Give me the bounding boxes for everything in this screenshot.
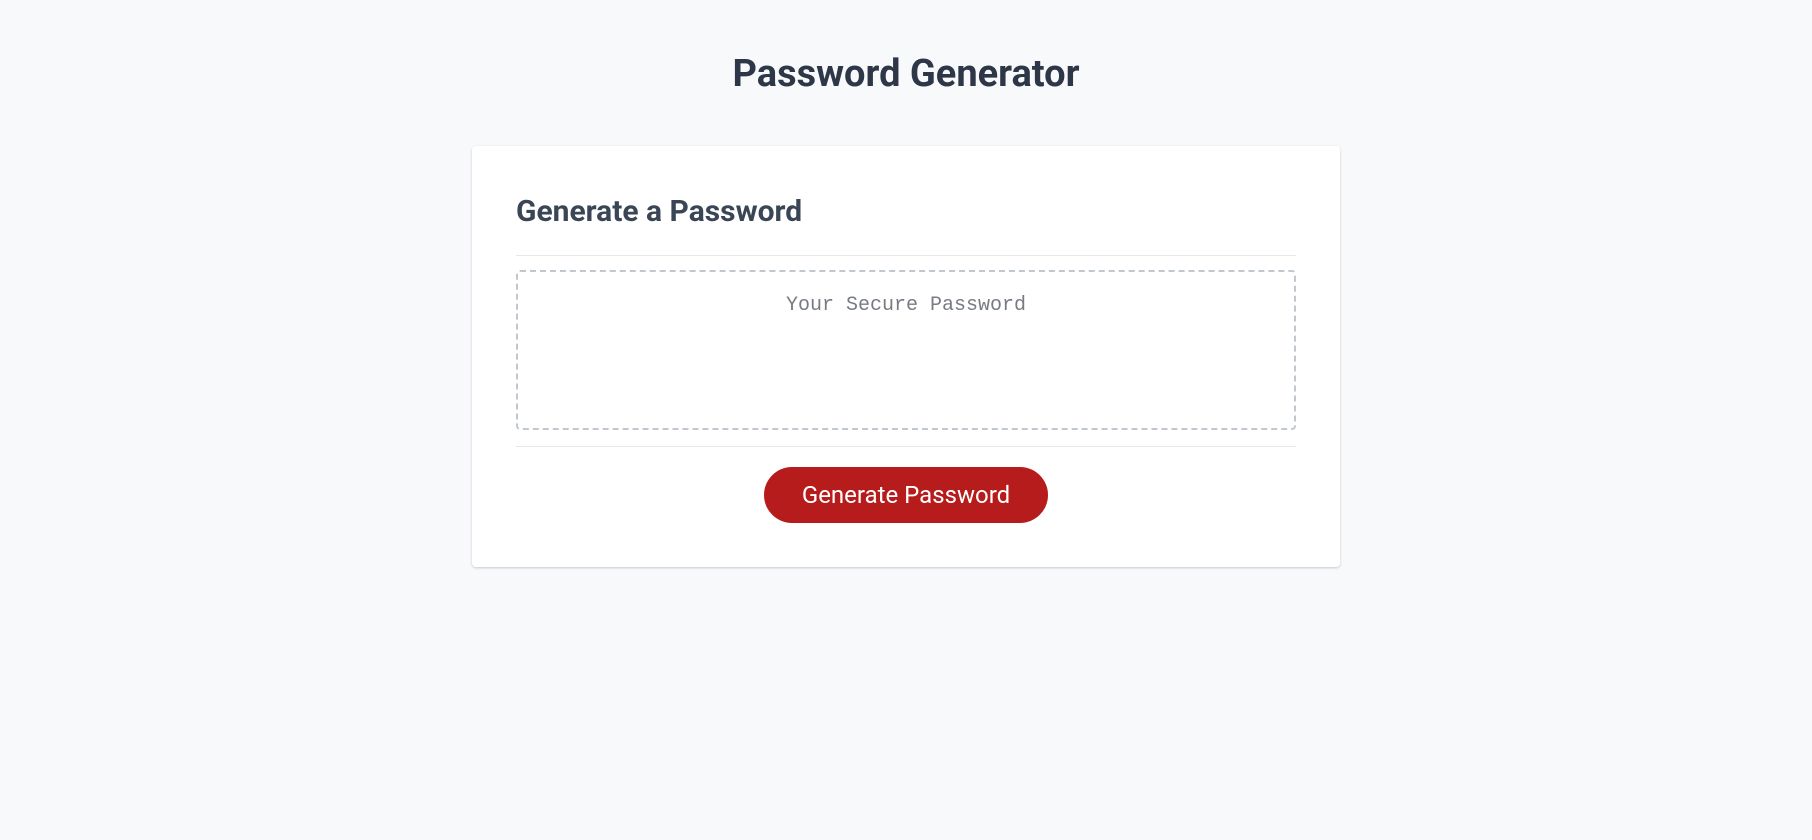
password-output[interactable]: [516, 270, 1296, 430]
button-row: Generate Password: [516, 467, 1296, 523]
card-title: Generate a Password: [516, 194, 1296, 256]
generator-card: Generate a Password Generate Password: [472, 146, 1340, 567]
page-title: Password Generator: [146, 52, 1666, 96]
generate-password-button[interactable]: Generate Password: [764, 467, 1048, 523]
page-wrapper: Password Generator Generate a Password G…: [146, 0, 1666, 567]
divider: [516, 446, 1296, 447]
